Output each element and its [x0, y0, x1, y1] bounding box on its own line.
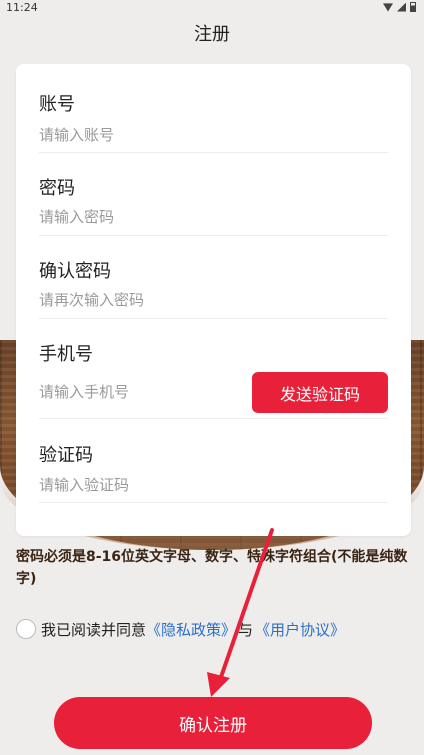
confirm-password-label: 确认密码	[39, 261, 111, 282]
code-input[interactable]	[39, 476, 259, 494]
battery-icon	[410, 2, 416, 12]
account-field: 账号	[39, 88, 388, 153]
confirm-password-field: 确认密码	[39, 255, 388, 319]
page-title: 注册	[194, 24, 230, 45]
agreement-row: 我已阅读并同意 《隐私政策》 与 《用户协议》	[16, 618, 345, 640]
user-agreement-link[interactable]: 《用户协议》	[255, 619, 345, 640]
privacy-policy-link[interactable]: 《隐私政策》	[146, 619, 236, 640]
agreement-text: 我已阅读并同意	[41, 620, 147, 639]
agree-checkbox[interactable]	[16, 619, 36, 639]
status-time: 11:24	[6, 1, 38, 14]
code-field: 验证码	[39, 439, 388, 503]
agreement-and-text: 与	[238, 620, 254, 639]
register-form-card: 账号 密码 确认密码 手机号 发送验证码 验证码	[16, 64, 411, 536]
password-input[interactable]	[39, 208, 259, 226]
wifi-icon	[383, 3, 393, 12]
send-code-button[interactable]: 发送验证码	[252, 372, 388, 413]
confirm-password-input[interactable]	[39, 291, 259, 309]
code-label: 验证码	[39, 445, 93, 466]
password-hint: 密码必须是8-16位英文字母、数字、特殊字符组合(不能是纯数字)	[16, 549, 408, 587]
phone-field: 手机号 发送验证码	[39, 338, 388, 419]
account-label: 账号	[39, 94, 75, 115]
account-input[interactable]	[39, 126, 259, 144]
phone-label: 手机号	[39, 344, 93, 365]
phone-input[interactable]	[39, 383, 259, 401]
password-label: 密码	[39, 178, 75, 199]
submit-register-button[interactable]: 确认注册	[54, 697, 372, 749]
status-icons	[383, 2, 416, 12]
status-bar: 11:24	[0, 0, 424, 16]
password-field: 密码	[39, 172, 388, 236]
signal-icon	[397, 2, 406, 12]
